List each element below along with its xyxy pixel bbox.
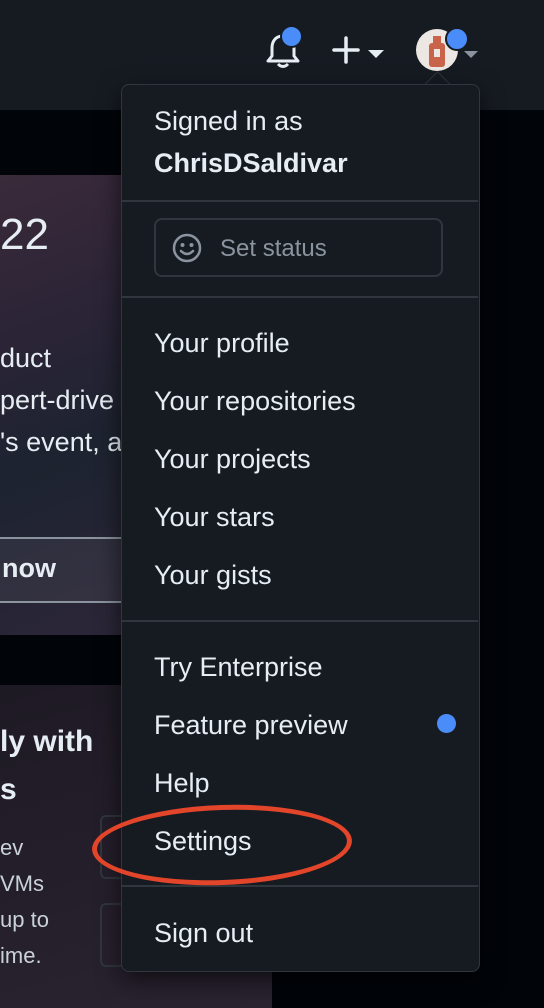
event-card: 22 duct pert-drive 's event, a now — [0, 175, 125, 635]
menu-item-your-stars[interactable]: Your stars — [154, 502, 275, 533]
card-body-line: 's event, a — [0, 427, 123, 457]
menu-item-your-gists[interactable]: Your gists — [154, 560, 272, 591]
caret-down-icon[interactable] — [463, 46, 479, 58]
card-cta-button[interactable]: now — [0, 537, 125, 603]
menu-divider — [122, 620, 478, 622]
menu-item-your-projects[interactable]: Your projects — [154, 444, 311, 475]
menu-item-help[interactable]: Help — [154, 768, 210, 799]
signed-in-label: Signed in as — [154, 106, 303, 136]
card-body-line: duct — [0, 343, 52, 373]
caret-down-icon[interactable] — [367, 46, 385, 58]
set-status-button[interactable]: Set status — [154, 218, 443, 277]
card-body-line: pert-drive — [0, 385, 115, 415]
feature-preview-dot — [437, 714, 456, 733]
card-cta-label: now — [2, 553, 56, 583]
menu-item-your-profile[interactable]: Your profile — [154, 328, 290, 359]
smiley-icon — [172, 233, 202, 263]
promo-body-line: up to — [0, 907, 49, 932]
promo-body-line: ev — [0, 835, 24, 860]
menu-item-your-repositories[interactable]: Your repositories — [154, 386, 356, 417]
menu-item-feature-preview[interactable]: Feature preview — [154, 710, 348, 741]
menu-divider — [122, 885, 478, 887]
menu-divider — [122, 200, 478, 202]
plus-icon[interactable] — [332, 36, 360, 64]
menu-item-try-enterprise[interactable]: Try Enterprise — [154, 652, 323, 683]
username: ChrisDSaldivar — [154, 148, 348, 178]
card-title-fragment: 22 — [0, 210, 49, 259]
promo-body-line: ime. — [0, 943, 42, 968]
promo-title-line: ly with — [0, 725, 94, 758]
menu-item-sign-out[interactable]: Sign out — [154, 918, 253, 949]
set-status-label: Set status — [220, 235, 327, 262]
promo-title-line: s — [0, 773, 17, 806]
menu-divider — [122, 296, 478, 298]
promo-body-line: VMs — [0, 871, 44, 896]
notification-dot — [280, 25, 303, 48]
